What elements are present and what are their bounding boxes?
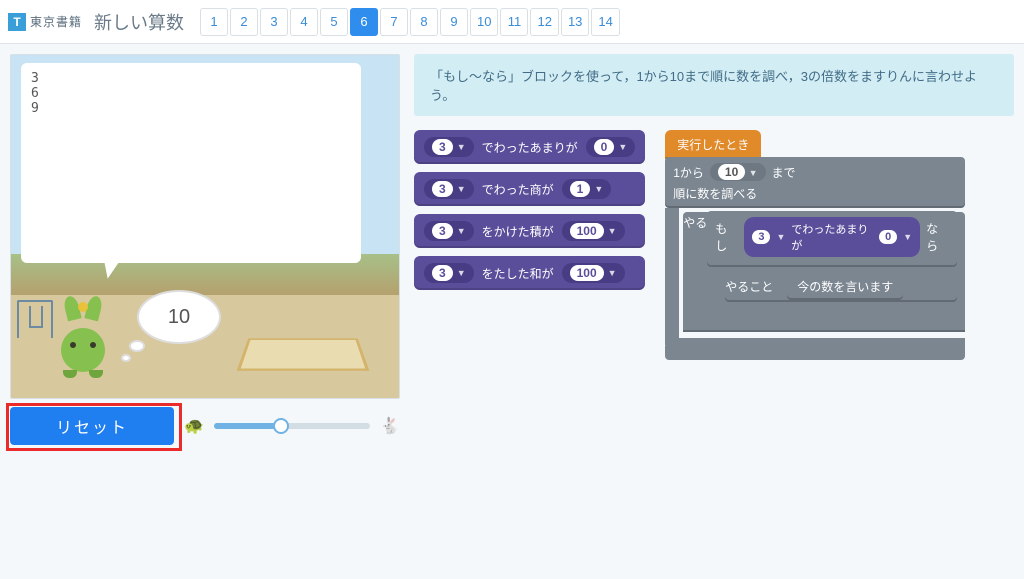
palette-block-3[interactable]: 3 ▼をたした和が100 ▼ bbox=[414, 256, 645, 290]
thought-bubble: 10 bbox=[137, 290, 221, 344]
palette-op: でわった商が bbox=[482, 181, 554, 198]
chevron-down-icon[interactable]: ▼ bbox=[903, 232, 912, 242]
chevron-down-icon[interactable]: ▼ bbox=[457, 268, 466, 278]
logo-mark-icon: T bbox=[8, 13, 26, 31]
stage-controls: リセット 🐢 🐇 bbox=[10, 407, 400, 445]
loop-to-value[interactable]: 10 bbox=[718, 164, 745, 180]
if-then-label: なら bbox=[926, 220, 949, 254]
slider-thumb[interactable] bbox=[273, 418, 289, 434]
if-label: もし bbox=[715, 220, 738, 254]
rabbit-icon: 🐇 bbox=[380, 416, 400, 436]
chevron-down-icon[interactable]: ▼ bbox=[608, 268, 617, 278]
hat-block[interactable]: 実行したとき bbox=[665, 130, 761, 159]
condition-block[interactable]: 3 ▼ でわったあまりが 0 ▼ bbox=[744, 217, 920, 257]
chevron-down-icon[interactable]: ▼ bbox=[776, 232, 785, 242]
thought-dot-icon bbox=[129, 340, 145, 352]
page-link-3[interactable]: 3 bbox=[260, 8, 288, 36]
page-link-11[interactable]: 11 bbox=[500, 8, 528, 36]
stage-canvas: 3 6 9 10 bbox=[10, 54, 400, 399]
palette-block-0[interactable]: 3 ▼でわったあまりが0 ▼ bbox=[414, 130, 645, 164]
loop-desc: 順に数を調べる bbox=[673, 185, 957, 202]
say-number-block[interactable]: 今の数を言います bbox=[787, 273, 903, 300]
palette-op: をかけた積が bbox=[482, 223, 554, 240]
if-block[interactable]: もし 3 ▼ でわったあまりが 0 ▼ なら bbox=[707, 211, 957, 330]
reset-button[interactable]: リセット bbox=[10, 407, 174, 445]
instruction-banner: 「もし〜なら」ブロックを使って，1から10まで順に数を調べ，3の倍数をますりんに… bbox=[414, 54, 1014, 116]
page-link-10[interactable]: 10 bbox=[470, 8, 498, 36]
sandbox-prop-icon bbox=[243, 328, 363, 378]
chevron-down-icon[interactable]: ▼ bbox=[594, 184, 603, 194]
palette-block-2[interactable]: 3 ▼をかけた積が100 ▼ bbox=[414, 214, 645, 248]
speed-slider[interactable] bbox=[214, 423, 370, 429]
page-link-7[interactable]: 7 bbox=[380, 8, 408, 36]
palette-block-1[interactable]: 3 ▼でわった商が1 ▼ bbox=[414, 172, 645, 206]
page-link-13[interactable]: 13 bbox=[561, 8, 589, 36]
thought-dot-icon bbox=[121, 354, 131, 362]
loop-to-label: まで bbox=[772, 164, 796, 181]
chevron-down-icon[interactable]: ▼ bbox=[618, 142, 627, 152]
page-link-4[interactable]: 4 bbox=[290, 8, 318, 36]
page-link-2[interactable]: 2 bbox=[230, 8, 258, 36]
speech-tail-icon bbox=[100, 252, 125, 280]
output-speech-box: 3 6 9 bbox=[21, 63, 361, 263]
cond-num[interactable]: 3 bbox=[752, 230, 770, 244]
page-link-5[interactable]: 5 bbox=[320, 8, 348, 36]
cond-val[interactable]: 0 bbox=[879, 230, 897, 244]
publisher-logo: T 東京書籍 bbox=[8, 13, 82, 31]
publisher-name: 東京書籍 bbox=[30, 13, 82, 30]
palette-op: をたした和が bbox=[482, 265, 554, 282]
page-link-9[interactable]: 9 bbox=[440, 8, 468, 36]
page-pagination: 1234567891011121314 bbox=[200, 8, 620, 36]
loop-block[interactable]: 1から 10 ▼ まで 順に数を調べる やること bbox=[665, 157, 965, 360]
chevron-down-icon[interactable]: ▼ bbox=[608, 226, 617, 236]
page-title: 新しい算数 bbox=[94, 9, 184, 35]
chevron-down-icon[interactable]: ▼ bbox=[749, 168, 758, 178]
loop-from-label: 1から bbox=[673, 164, 704, 181]
masurin-character-icon bbox=[51, 306, 115, 386]
page-link-14[interactable]: 14 bbox=[591, 8, 619, 36]
turtle-icon: 🐢 bbox=[184, 416, 204, 436]
if-do-label: やること bbox=[725, 278, 773, 295]
chevron-down-icon[interactable]: ▼ bbox=[457, 226, 466, 236]
workspace[interactable]: 実行したとき 1から 10 ▼ まで 順に数を調べる bbox=[665, 130, 965, 360]
page-link-6[interactable]: 6 bbox=[350, 8, 378, 36]
thought-value: 10 bbox=[168, 306, 190, 329]
chevron-down-icon[interactable]: ▼ bbox=[457, 142, 466, 152]
page-link-8[interactable]: 8 bbox=[410, 8, 438, 36]
chevron-down-icon[interactable]: ▼ bbox=[457, 184, 466, 194]
page-link-12[interactable]: 12 bbox=[530, 8, 558, 36]
block-palette: 3 ▼でわったあまりが0 ▼3 ▼でわった商が1 ▼3 ▼をかけた積が100 ▼… bbox=[414, 130, 645, 360]
palette-op: でわったあまりが bbox=[482, 139, 578, 156]
page-link-1[interactable]: 1 bbox=[200, 8, 228, 36]
cond-op: でわったあまりが bbox=[791, 221, 873, 253]
app-header: T 東京書籍 新しい算数 1234567891011121314 bbox=[0, 0, 1024, 44]
swing-prop-icon bbox=[17, 300, 53, 338]
